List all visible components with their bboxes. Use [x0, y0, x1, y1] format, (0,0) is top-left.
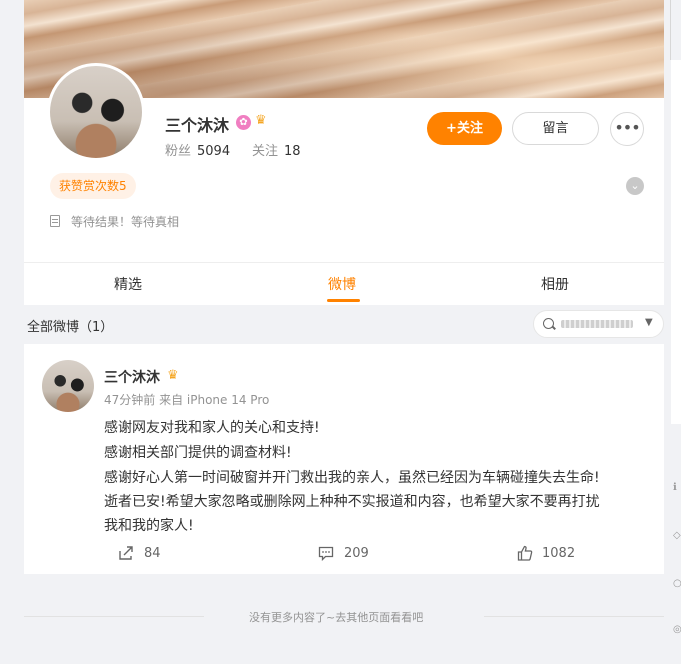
comment-count: 209: [344, 546, 369, 561]
repost-button[interactable]: 84: [118, 546, 161, 561]
chevron-down-icon[interactable]: ▼: [645, 317, 653, 328]
post-text-line: 逝者已安!希望大家忽略或删除网上种种不实报道和内容，也希望大家不要再打扰: [104, 494, 600, 510]
tab-featured[interactable]: 精选: [114, 274, 142, 294]
post-search-input[interactable]: ▼: [533, 310, 664, 338]
document-icon: [50, 215, 60, 227]
sidebar-panel-edge: [671, 60, 681, 424]
post-text-line: 感谢好心人第一时间破窗并开门救出我的亲人，虽然已经因为车辆碰撞失去生命!: [104, 470, 600, 486]
post-author[interactable]: 三个沐沐: [104, 367, 160, 387]
follow-count: 18: [284, 144, 301, 159]
all-posts-label: 全部微博（1）: [27, 320, 114, 335]
tab-weibo[interactable]: 微博: [328, 274, 356, 294]
profile-description: 等待结果！等待真相: [71, 215, 180, 229]
repost-icon: [119, 546, 133, 560]
end-of-feed-text[interactable]: 没有更多内容了~去其他页面看看吧: [249, 609, 423, 625]
divider: [24, 616, 204, 617]
like-count: 1082: [542, 546, 576, 561]
verified-icon: ✿: [236, 115, 251, 130]
comment-icon: [318, 546, 334, 561]
comment-button[interactable]: 209: [318, 546, 369, 561]
crown-icon: ♛: [255, 113, 267, 128]
follow-label: 关注: [252, 144, 279, 159]
search-icon: [543, 318, 554, 329]
profile-name: 三个沐沐: [165, 116, 230, 135]
search-placeholder-redacted: [561, 320, 633, 328]
sidebar-icon[interactable]: ○: [673, 578, 681, 589]
like-button[interactable]: 1082: [517, 545, 576, 561]
post-text-line: 我和我的家人!: [104, 518, 194, 534]
sidebar-border: [670, 0, 671, 60]
divider: [484, 616, 664, 617]
follow-stat[interactable]: 关注 18: [252, 140, 301, 159]
crown-icon: ♛: [167, 368, 179, 383]
more-button[interactable]: •••: [610, 112, 644, 146]
post-avatar[interactable]: [42, 360, 94, 412]
chevron-down-icon[interactable]: ⌄: [626, 177, 644, 195]
fans-stat[interactable]: 粉丝 5094: [165, 140, 230, 159]
post-meta: 47分钟前 来自 iPhone 14 Pro: [104, 393, 270, 407]
sidebar-icon[interactable]: ◎: [673, 624, 681, 635]
fans-label: 粉丝: [165, 144, 192, 159]
message-button[interactable]: 留言: [512, 112, 599, 145]
reward-tag[interactable]: 获赞赏次数5: [50, 173, 136, 199]
sidebar-icon[interactable]: ℹ: [673, 482, 677, 493]
profile-avatar[interactable]: [47, 63, 145, 161]
active-tab-indicator: [327, 299, 360, 302]
post-text-line: 感谢网友对我和家人的关心和支持!: [104, 420, 320, 436]
follow-button[interactable]: +关注: [427, 112, 502, 145]
fans-count: 5094: [197, 144, 231, 159]
like-icon: [517, 545, 533, 561]
tab-album[interactable]: 相册: [541, 274, 569, 294]
post-text-line: 感谢相关部门提供的调查材料!: [104, 445, 292, 461]
sidebar-icon[interactable]: ◇: [673, 530, 681, 541]
repost-count: 84: [144, 546, 161, 561]
